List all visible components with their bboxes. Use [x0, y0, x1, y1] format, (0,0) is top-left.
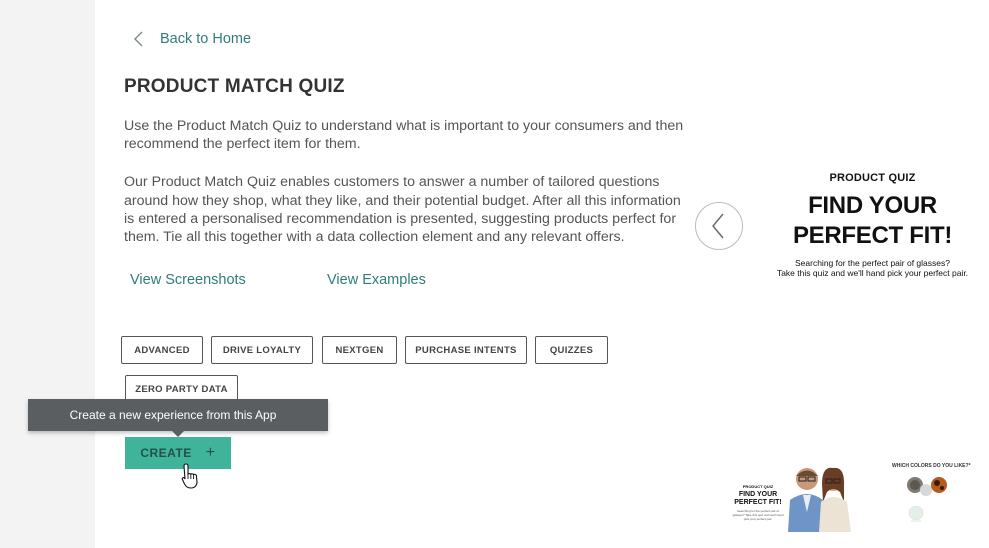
hand-pointer-icon	[181, 463, 198, 489]
left-rail	[0, 0, 95, 548]
thumbnail-kicker: PRODUCT QUIZ	[742, 484, 774, 489]
view-screenshots-link[interactable]: View Screenshots	[130, 272, 246, 288]
color-swatches	[907, 477, 947, 522]
chevron-left-icon	[712, 213, 724, 239]
preview-subtext-line: Take this quiz and we'll hand pick your …	[776, 268, 969, 278]
tag-advanced[interactable]: ADVANCED	[121, 336, 203, 364]
preview-subtext: Searching for the perfect pair of glasse…	[760, 258, 985, 278]
people-image	[788, 467, 851, 532]
plus-icon: +	[205, 444, 216, 461]
page-title: PRODUCT MATCH QUIZ	[124, 76, 345, 97]
thumbnail-headline: FIND YOUR PERFECT FIT!	[734, 491, 782, 506]
create-button-label: CREATE	[140, 446, 192, 460]
tag-drive-loyalty[interactable]: DRIVE LOYALTY	[211, 336, 313, 364]
thumbnail-subtext: Searching for the perfect pair of glasse…	[732, 509, 784, 521]
preview-headline-line: FIND YOUR	[808, 192, 937, 219]
preview-subtext-line: Searching for the perfect pair of glasse…	[795, 258, 950, 268]
preview-thumbnail[interactable]: PRODUCT QUIZ FIND YOUR PERFECT FIT! Sear…	[730, 462, 855, 532]
preview-kicker: PRODUCT QUIZ	[829, 172, 916, 184]
back-to-home-label: Back to Home	[160, 31, 252, 47]
view-examples-link[interactable]: View Examples	[327, 272, 426, 288]
preview-headline-line: PERFECT FIT!	[792, 222, 953, 249]
thumbnail-mini-slide: PRODUCT QUIZ FIND YOUR PERFECT FIT! Sear…	[732, 484, 784, 521]
chevron-left-icon	[134, 31, 143, 47]
tag-nextgen[interactable]: NEXTGEN	[322, 336, 397, 364]
preview-thumbnail[interactable]: WHICH COLORS DO YOU LIKE?*	[880, 460, 980, 535]
app-description: Use the Product Match Quiz to understand…	[124, 117, 694, 266]
description-paragraph: Our Product Match Quiz enables customers…	[124, 174, 681, 246]
create-tooltip: Create a new experience from this App	[28, 399, 328, 431]
preview-headline: FIND YOUR PERFECT FIT!	[760, 191, 985, 251]
tag-purchase-intents[interactable]: PURCHASE INTENTS	[405, 336, 527, 364]
app-preview-slide: PRODUCT QUIZ FIND YOUR PERFECT FIT! Sear…	[760, 165, 985, 278]
back-to-home-link[interactable]: Back to Home	[130, 30, 251, 48]
carousel-prev-button[interactable]	[695, 202, 743, 250]
tag-quizzes[interactable]: QUIZZES	[535, 336, 608, 364]
description-paragraph: Use the Product Match Quiz to understand…	[124, 118, 684, 153]
create-button[interactable]: CREATE +	[125, 437, 231, 469]
